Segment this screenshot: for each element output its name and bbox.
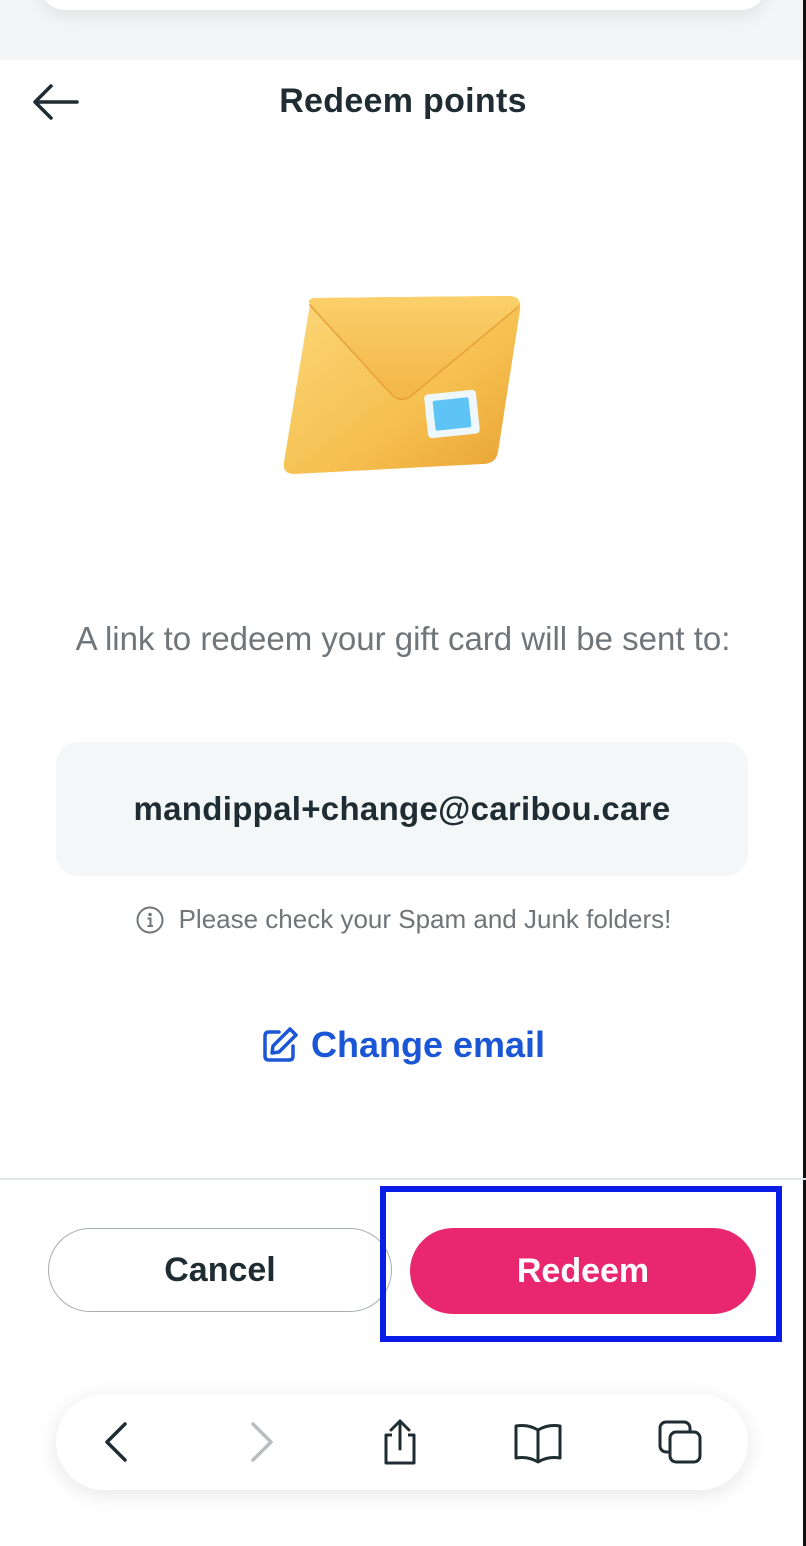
change-email-link[interactable]: Change email — [0, 1024, 806, 1066]
message-text: A link to redeem your gift card will be … — [75, 620, 731, 657]
forward-chevron-icon — [251, 1422, 273, 1462]
edit-icon — [261, 1026, 299, 1064]
email-display: mandippal+change@caribou.care — [56, 742, 748, 876]
cancel-button[interactable]: Cancel — [48, 1228, 392, 1312]
divider — [0, 1178, 806, 1180]
browser-forward-button[interactable] — [232, 1412, 292, 1472]
browser-toolbar — [56, 1394, 748, 1490]
page-title: Redeem points — [279, 82, 527, 120]
tabs-button[interactable] — [650, 1412, 710, 1472]
tabs-icon — [658, 1420, 702, 1464]
share-button[interactable] — [370, 1412, 430, 1472]
bookmarks-button[interactable] — [508, 1412, 568, 1472]
hint-text: Please check your Spam and Junk folders! — [178, 904, 672, 934]
back-chevron-icon — [105, 1422, 127, 1462]
info-icon — [135, 905, 165, 935]
change-email-label: Change email — [310, 1024, 546, 1065]
bookmarks-icon — [514, 1424, 562, 1464]
email-value: mandippal+change@caribou.care — [133, 790, 671, 827]
envelope-illustration — [283, 296, 521, 474]
highlight-box — [380, 1186, 782, 1342]
share-icon — [384, 1419, 416, 1465]
browser-back-button[interactable] — [86, 1412, 146, 1472]
top-card — [40, 0, 766, 10]
spam-hint: Please check your Spam and Junk folders! — [0, 904, 806, 935]
